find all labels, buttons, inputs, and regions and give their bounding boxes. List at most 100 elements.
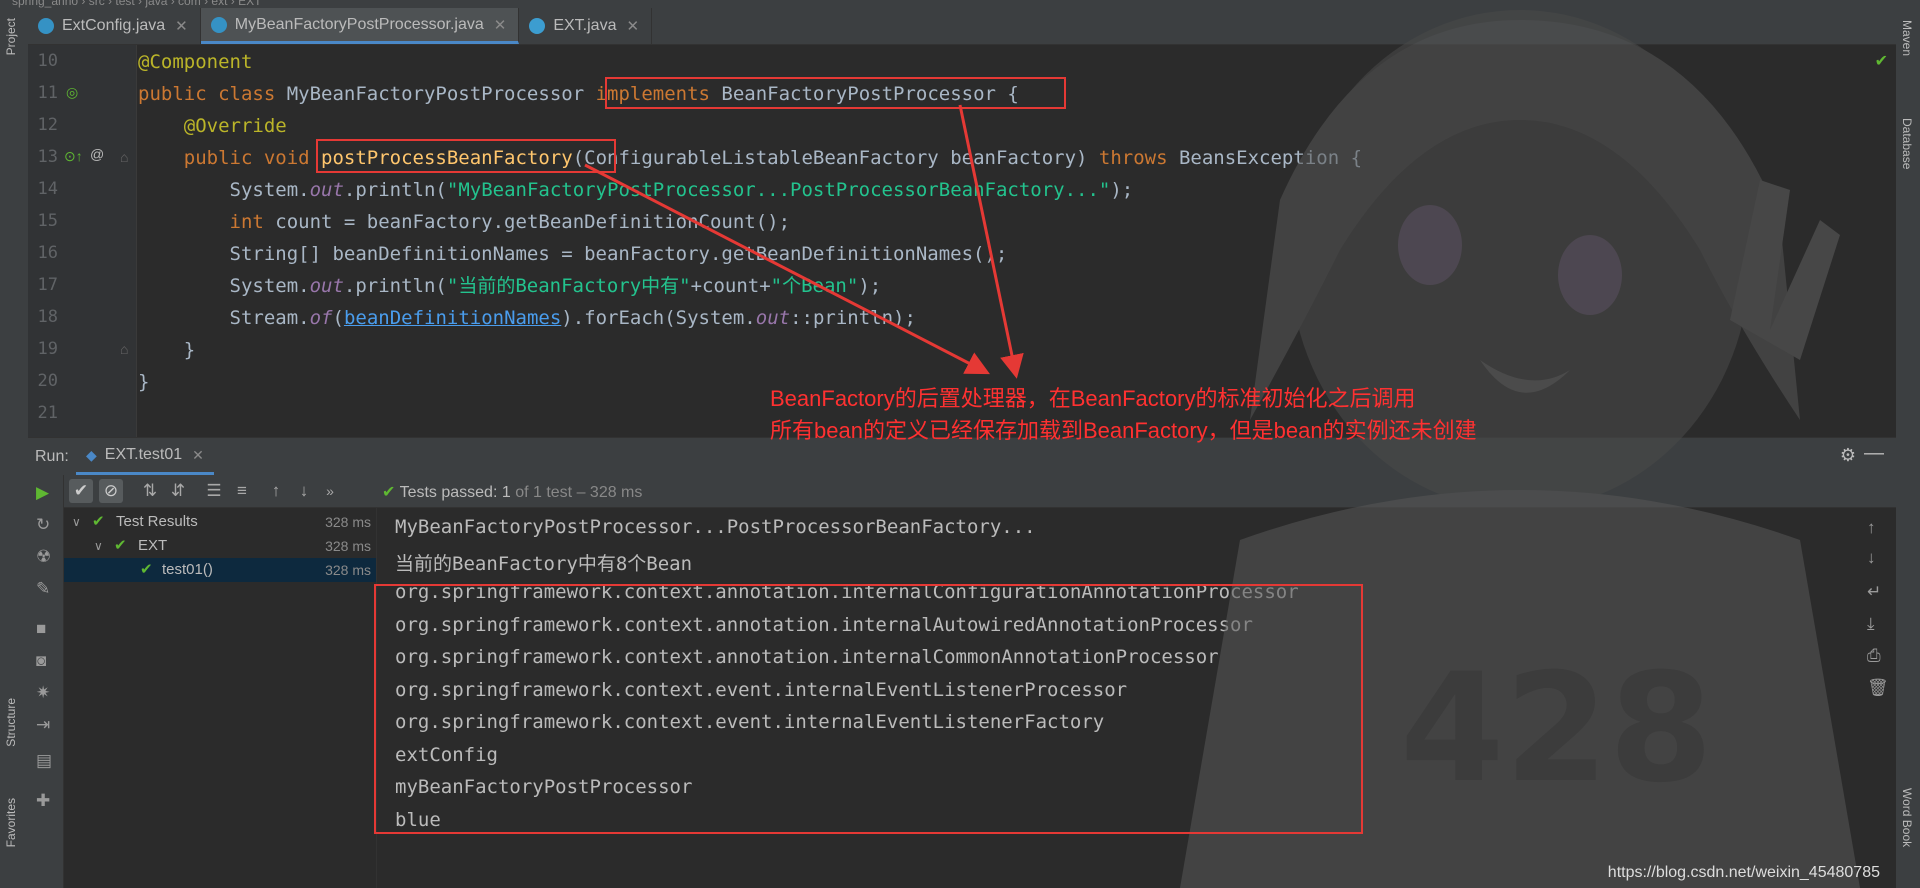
settings-icon[interactable]: ⚙ [1840, 445, 1856, 466]
console-side-toolbar: ↑ ↓ ↵ ⤓ ⎙ 🗑 [1857, 508, 1896, 888]
code-line-19: } [138, 339, 196, 361]
line-number: 13 [37, 147, 58, 167]
chevron-down-icon[interactable]: ∨ [94, 534, 103, 558]
run-tab-label: EXT.test01 [104, 446, 183, 463]
tab-label: ExtConfig.java [62, 17, 166, 34]
check-icon: ✔ [114, 537, 127, 554]
run-tab-ext-test01[interactable]: ◆ EXT.test01 ✕ [76, 438, 214, 475]
pin-icon[interactable]: ✚ [36, 791, 50, 811]
code-line-18: Stream.of(beanDefinitionNames).forEach(S… [138, 307, 916, 329]
wrench-icon[interactable]: ✎ [36, 579, 50, 599]
word-book-tool-button[interactable]: Word Book [1900, 788, 1914, 847]
check-icon: ✔ [140, 561, 153, 578]
java-class-icon [38, 18, 54, 34]
line-number: 16 [37, 243, 58, 263]
line-number: 17 [37, 275, 58, 295]
exit-icon[interactable]: ⇥ [36, 715, 50, 735]
collapse-all-icon[interactable]: ≡ [230, 479, 254, 503]
line-number: 11 [37, 83, 58, 103]
annotation-line-1: BeanFactory的后置处理器，在BeanFactory的标准初始化之后调用 [770, 386, 1416, 411]
line-number: 14 [37, 179, 58, 199]
trash-icon[interactable]: 🗑 [1867, 678, 1889, 698]
code-line-10: @Component [138, 51, 253, 73]
run-icon[interactable]: ▶ [36, 483, 49, 503]
close-icon[interactable]: ✕ [494, 16, 507, 34]
database-tool-button[interactable]: Database [1900, 118, 1914, 169]
favorites-tool-button[interactable]: Favorites [4, 798, 18, 847]
gear-icon[interactable]: ✷ [36, 683, 50, 703]
down-arrow-icon[interactable]: ↓ [1867, 548, 1876, 568]
editor-tabs: ExtConfig.java ✕ MyBeanFactoryPostProces… [28, 8, 1896, 45]
project-tool-button[interactable]: Project [4, 18, 18, 55]
left-tool-strip: Project Structure Favorites [0, 8, 29, 888]
test-status: ✔ Tests passed: 1 of 1 test – 328 ms [382, 484, 643, 501]
highlight-method [316, 139, 616, 173]
rerun-failed-icon[interactable]: ↻ [36, 515, 50, 535]
tree-row-ext[interactable]: ∨ ✔ EXT 328 ms [64, 534, 376, 558]
structure-tool-button[interactable]: Structure [4, 698, 18, 747]
inspection-ok-icon[interactable]: ✔ [1875, 51, 1888, 71]
java-class-icon [210, 16, 227, 33]
show-passed-icon[interactable]: ✔ [69, 479, 93, 503]
tree-row-test01[interactable]: ✔ test01() 328 ms [64, 558, 376, 582]
tab-label: EXT.java [553, 17, 617, 34]
tab-ext[interactable]: EXT.java ✕ [519, 8, 653, 44]
run-side-toolbar: ▶ ↻ ☢ ✎ ■ ◙ ✷ ⇥ ▤ ✚ [28, 475, 64, 888]
up-arrow-icon[interactable]: ↑ [1867, 518, 1876, 538]
console-line: 当前的BeanFactory中有8个Bean [395, 553, 693, 575]
tree-row-test-results[interactable]: ∨ ✔ Test Results 328 ms [64, 510, 376, 534]
fold-icon[interactable]: ⌂ [120, 341, 128, 357]
code-line-15: int count = beanFactory.getBeanDefinitio… [229, 211, 791, 233]
code-line-14: System.out.println("MyBeanFactoryPostPro… [138, 179, 1134, 201]
tab-label: MyBeanFactoryPostProcessor.java [234, 15, 484, 33]
down-arrow-icon[interactable]: ↓ [292, 479, 316, 503]
close-icon[interactable]: ✕ [192, 447, 204, 464]
test-results-tree: ∨ ✔ Test Results 328 ms ∨ ✔ EXT 328 ms ✔… [64, 508, 377, 888]
stop-icon[interactable]: ■ [36, 619, 46, 639]
implements-icon[interactable]: ⊙↑ [64, 148, 83, 165]
close-icon[interactable]: ✕ [175, 17, 188, 35]
line-number: 21 [37, 403, 58, 423]
line-number: 20 [37, 371, 58, 391]
chevron-down-icon[interactable]: ∨ [72, 510, 81, 534]
tab-extconfig[interactable]: ExtConfig.java ✕ [28, 8, 201, 44]
sort-alpha-icon[interactable]: ⇅ [138, 479, 162, 503]
watermark-url: https://blog.csdn.net/weixin_45480785 [1607, 864, 1880, 881]
run-label: Run: [35, 448, 69, 465]
code-line-16: String[] beanDefinitionNames = beanFacto… [138, 243, 1008, 265]
expand-all-icon[interactable]: ☰ [202, 479, 226, 503]
layout-icon[interactable]: ▤ [36, 751, 52, 771]
up-arrow-icon[interactable]: ↑ [264, 479, 288, 503]
wrap-icon[interactable]: ↵ [1867, 582, 1881, 602]
minimize-icon[interactable]: — [1864, 442, 1884, 465]
java-class-icon [529, 18, 546, 34]
code-line-12: @Override [138, 115, 287, 137]
sort-duration-icon[interactable]: ⇵ [166, 479, 190, 503]
more-icon[interactable]: » [318, 479, 342, 503]
print-icon[interactable]: ⎙ [1867, 646, 1881, 666]
maven-tool-button[interactable]: Maven [1900, 20, 1914, 56]
editor-gutter: 10 11 12 13 14 15 16 17 18 19 20 21 ◎ ⊙↑… [28, 45, 137, 437]
override-icon[interactable]: @ [90, 146, 104, 162]
breadcrumb[interactable]: spring_anno › src › test › java › com › … [12, 0, 261, 8]
line-number: 12 [37, 115, 58, 135]
code-line-17: System.out.println("当前的BeanFactory中有"+co… [138, 275, 882, 297]
line-number: 19 [37, 339, 58, 359]
scroll-end-icon[interactable]: ⤓ [1867, 614, 1875, 634]
annotation-line-2: 所有bean的定义已经保存加载到BeanFactory，但是bean的实例还未创… [770, 418, 1477, 443]
line-number: 15 [37, 211, 58, 231]
show-ignored-icon[interactable]: ⊘ [99, 479, 123, 503]
spring-bean-icon[interactable]: ◎ [66, 84, 78, 101]
check-icon: ✔ [382, 484, 396, 501]
check-icon: ✔ [92, 513, 105, 530]
highlight-bean-names [374, 584, 1363, 834]
junit-icon: ◆ [86, 446, 97, 463]
annotation-note: BeanFactory的后置处理器，在BeanFactory的标准初始化之后调用… [770, 383, 1477, 447]
tab-mybeanfactorypostprocessor[interactable]: MyBeanFactoryPostProcessor.java ✕ [200, 8, 520, 44]
camera-icon[interactable]: ◙ [36, 651, 46, 671]
fold-icon[interactable]: ⌂ [120, 149, 128, 165]
close-icon[interactable]: ✕ [626, 17, 639, 35]
highlight-implements [605, 77, 1066, 109]
debug-icon[interactable]: ☢ [36, 547, 51, 567]
test-runner-toolbar: ✔ ⊘ ⇅ ⇵ ☰ ≡ ↑ ↓ » ✔ Tests passed: 1 of 1… [64, 475, 1896, 508]
